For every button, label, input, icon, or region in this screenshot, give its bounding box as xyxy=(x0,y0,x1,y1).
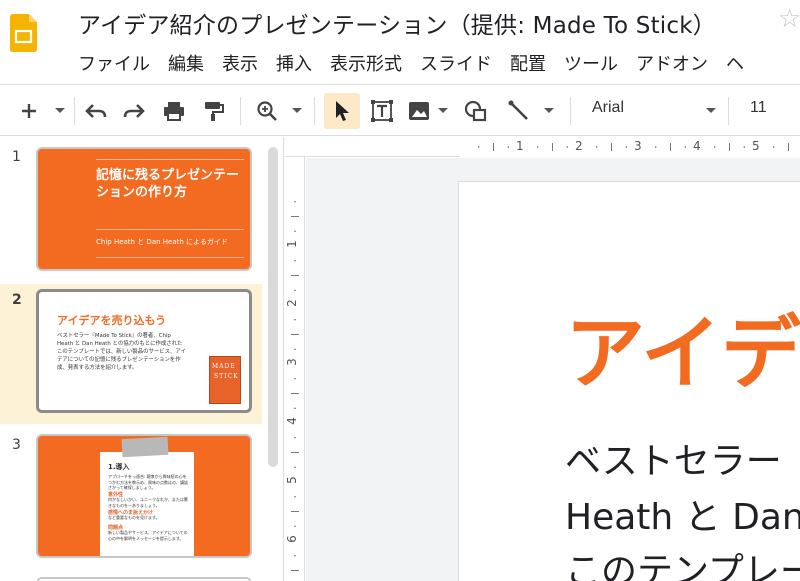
filmstrip-slide-4[interactable] xyxy=(0,573,262,581)
filmstrip-slide-3[interactable]: 3 1.導入 アプローチをっ適合: 聴衆から興味続の心をつかむ方法を教示め、興味… xyxy=(0,429,262,569)
image-dropdown-icon[interactable] xyxy=(434,85,452,137)
font-dropdown-icon[interactable] xyxy=(700,85,722,137)
menu-file[interactable]: ファイル xyxy=(78,50,150,76)
redo-icon[interactable] xyxy=(118,85,150,137)
thumbnail-divider xyxy=(96,257,244,258)
book-cover-image: MADE STICK xyxy=(209,356,241,404)
slide-thumbnail[interactable] xyxy=(36,577,252,581)
cursor-icon[interactable] xyxy=(324,93,360,129)
filmstrip-scrollbar[interactable] xyxy=(268,147,278,467)
slide-thumbnail[interactable]: 記憶に残るプレゼンテーションの作り方 Chip Heath と Dan Heat… xyxy=(36,147,252,271)
font-family-select[interactable]: Arial xyxy=(592,99,624,117)
font-size-input[interactable]: 11 xyxy=(750,99,767,117)
thumbnail-divider xyxy=(96,159,244,160)
toolbar: Arial 11 xyxy=(0,84,800,136)
slide-body-line[interactable]: Heath と Dan H xyxy=(565,500,800,536)
thumbnail-item-text: など重要なものを見けます。 xyxy=(108,515,160,520)
line-dropdown-icon[interactable] xyxy=(538,85,560,137)
slide-thumbnail[interactable]: アイデアを売り込もう ベストセラー『Made To Stick』の著者、Chip… xyxy=(36,289,252,413)
horizontal-ruler[interactable]: 1 2 3 4 5 xyxy=(285,137,800,157)
menu-slide[interactable]: スライド xyxy=(420,50,492,76)
zoom-icon[interactable] xyxy=(252,85,282,137)
toolbar-divider xyxy=(240,97,241,125)
menu-insert[interactable]: 挿入 xyxy=(276,50,312,76)
slides-logo-icon[interactable] xyxy=(10,14,37,52)
ruler-page-area: 1 2 3 4 5 xyxy=(460,137,800,157)
menu-edit[interactable]: 編集 xyxy=(168,50,204,76)
menu-tools[interactable]: ツール xyxy=(564,50,618,76)
shape-icon[interactable] xyxy=(460,85,492,137)
menu-addons[interactable]: アドオン xyxy=(636,50,708,76)
thumbnail-item-text: 何かなしいかい、ユニークなれか、または驚きなものを一ありましょう。 xyxy=(108,497,188,508)
menu-format[interactable]: 表示形式 xyxy=(330,50,402,76)
ruler-number: 2 xyxy=(575,139,583,153)
slide-title[interactable]: アイデア xyxy=(565,314,800,394)
new-slide-dropdown-icon[interactable] xyxy=(48,85,72,137)
thumbnail-intro: アプローチをっ適合: 聴衆から興味続の心をつかむ方法を教示め、興味の点数はの、講… xyxy=(108,474,188,490)
thumbnail-divider xyxy=(96,229,244,230)
paint-format-icon[interactable] xyxy=(198,85,230,137)
thumbnail-body: ベストセラー『Made To Stick』の著者、Chip Heath と Da… xyxy=(57,333,186,371)
menu-arrange[interactable]: 配置 xyxy=(510,50,546,76)
thumbnail-subtitle: Chip Heath と Dan Heath によるガイド xyxy=(96,238,228,246)
plus-icon[interactable] xyxy=(14,85,44,137)
slide-thumbnail[interactable]: 1.導入 アプローチをっ適合: 聴衆から興味続の心をつかむ方法を教示め、興味の点… xyxy=(36,434,252,558)
slide-body-line[interactable]: このテンプレー xyxy=(565,554,800,581)
slide-body-line[interactable]: ベストセラー xyxy=(565,444,782,480)
thumbnail-item-text: 新しい製品やサービス、アイデアについての心の中を解明をメッセージを提示します。 xyxy=(108,530,188,541)
slide-number: 2 xyxy=(12,292,22,308)
toolbar-divider xyxy=(570,97,571,125)
ruler-number: 3 xyxy=(634,139,642,153)
filmstrip-slide-2[interactable]: 2 アイデアを売り込もう ベストセラー『Made To Stick』の著者、Ch… xyxy=(0,284,262,424)
thumbnail-title: アイデアを売り込もう xyxy=(57,314,167,327)
thumbnail-title: 記憶に残るプレゼンテーションの作り方 xyxy=(96,168,240,200)
image-icon[interactable] xyxy=(404,85,434,137)
slide-number: 1 xyxy=(12,149,21,165)
ruler-number: 4 xyxy=(693,139,701,153)
slides-app: アイデア紹介のプレゼンテーション（提供: Made To Stick） ☆ ファ… xyxy=(0,0,800,581)
slide-number: 3 xyxy=(12,437,21,453)
toolbar-divider xyxy=(74,97,75,125)
menu-view[interactable]: 表示 xyxy=(222,50,258,76)
thumbnail-heading: 1.導入 xyxy=(108,463,130,471)
toolbar-divider xyxy=(728,97,729,125)
ruler-number: 5 xyxy=(752,139,760,153)
print-icon[interactable] xyxy=(158,85,190,137)
toolbar-divider xyxy=(314,97,315,125)
ruler-number: 1 xyxy=(516,139,524,153)
filmstrip-slide-1[interactable]: 1 記憶に残るプレゼンテーションの作り方 Chip Heath と Dan He… xyxy=(0,137,262,280)
ruler-number: 1 xyxy=(284,240,299,248)
ruler-number: 3 xyxy=(284,358,299,366)
ruler-number: 5 xyxy=(284,476,299,484)
zoom-dropdown-icon[interactable] xyxy=(286,85,308,137)
document-title[interactable]: アイデア紹介のプレゼンテーション（提供: Made To Stick） xyxy=(78,6,716,40)
thumbnail-tape xyxy=(121,436,169,458)
line-icon[interactable] xyxy=(504,85,534,137)
menu-help[interactable]: ヘ xyxy=(726,50,744,76)
vertical-ruler[interactable]: 1 2 3 4 5 6 xyxy=(285,157,305,581)
ruler-number: 6 xyxy=(284,535,299,543)
text-box-icon[interactable] xyxy=(366,85,398,137)
ruler-number: 4 xyxy=(284,417,299,425)
ruler-number: 2 xyxy=(284,299,299,307)
slide-filmstrip: 1 記憶に残るプレゼンテーションの作り方 Chip Heath と Dan He… xyxy=(0,137,284,581)
current-slide[interactable]: アイデア ベストセラー Heath と Dan H このテンプレー xyxy=(459,182,800,581)
menu-bar: ファイル 編集 表示 挿入 表示形式 スライド 配置 ツール アドオン ヘ xyxy=(78,50,762,76)
star-icon[interactable]: ☆ xyxy=(778,4,800,34)
undo-icon[interactable] xyxy=(80,85,112,137)
